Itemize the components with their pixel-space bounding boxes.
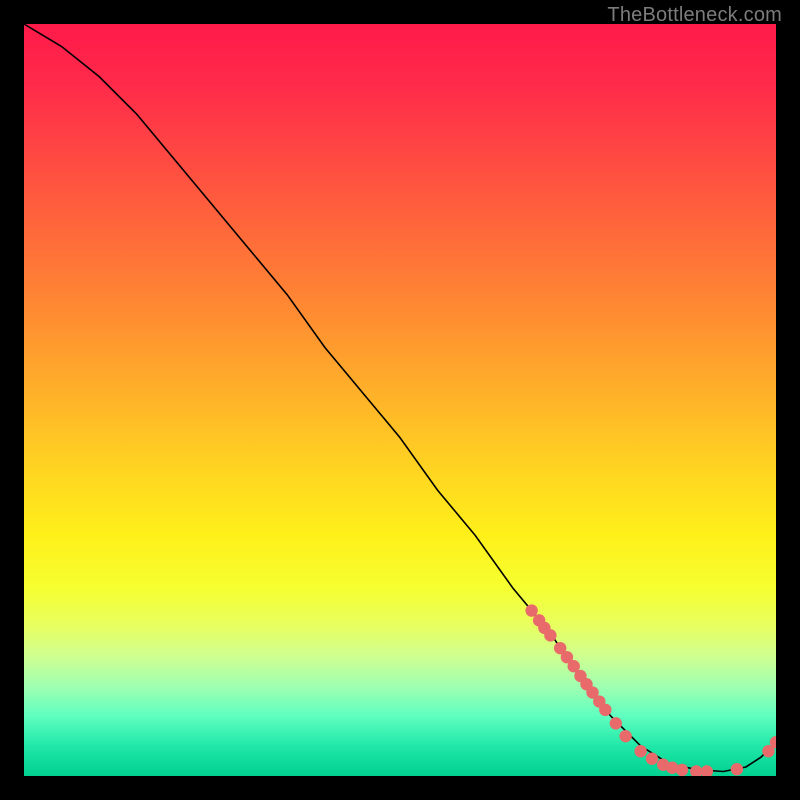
chart-curve	[24, 24, 776, 771]
chart-data-point	[646, 753, 658, 765]
chart-data-point	[634, 745, 646, 757]
chart-data-point	[701, 765, 713, 776]
chart-data-point	[731, 763, 743, 775]
chart-svg-layer	[24, 24, 776, 776]
chart-data-point	[676, 764, 688, 776]
chart-data-point	[610, 717, 622, 729]
chart-data-point	[619, 730, 631, 742]
chart-points-group	[525, 604, 776, 776]
chart-data-point	[690, 765, 702, 776]
chart-data-point	[599, 704, 611, 716]
chart-plot-area	[24, 24, 776, 776]
chart-data-point	[525, 604, 537, 616]
watermark-text: TheBottleneck.com	[607, 4, 782, 27]
chart-data-point	[544, 629, 556, 641]
